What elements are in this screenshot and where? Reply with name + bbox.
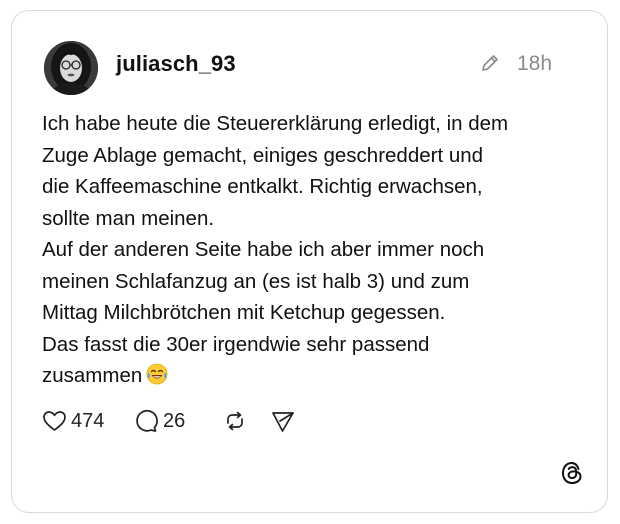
share-button[interactable] xyxy=(270,407,296,435)
post-card: juliasch_93 18h Ich habe heute die Steue… xyxy=(11,10,608,513)
post-text-line: Zuge Ablage gemacht, einiges geschredder… xyxy=(42,143,484,167)
post-text: Ich habe heute die Steuererklärung erled… xyxy=(42,108,582,392)
post-text-line-last: zusammen xyxy=(42,360,582,392)
threads-logo-icon[interactable] xyxy=(559,460,585,486)
post-text-line: meinen Schlafanzug an (es ist halb 3) un… xyxy=(42,269,470,293)
like-button[interactable]: 474 xyxy=(42,407,104,435)
send-icon xyxy=(270,408,296,434)
like-count: 474 xyxy=(71,409,105,432)
post-text-line: zusammen xyxy=(42,364,143,387)
heart-icon xyxy=(42,409,67,433)
reply-button[interactable]: 26 xyxy=(133,407,185,435)
timestamp: 18h xyxy=(517,52,553,75)
username[interactable]: juliasch_93 xyxy=(116,51,236,77)
reply-count: 26 xyxy=(163,409,186,432)
avatar[interactable] xyxy=(44,41,98,95)
tears-of-joy-emoji xyxy=(145,362,169,386)
post-text-line: Ich habe heute die Steuererklärung erled… xyxy=(42,112,509,135)
post-text-line: Auf der anderen Seite habe ich aber imme… xyxy=(42,238,485,261)
comment-icon xyxy=(133,408,159,434)
repost-icon xyxy=(222,408,248,434)
post-text-line: sollte man meinen. xyxy=(42,206,215,230)
post-text-line: Das fasst die 30er irgendwie sehr passen… xyxy=(42,332,430,356)
post-text-line: Mittag Milchbrötchen mit Ketchup gegesse… xyxy=(42,301,446,324)
post-text-line: die Kaffeemaschine entkalkt. Richtig erw… xyxy=(42,175,483,198)
repost-button[interactable] xyxy=(222,407,248,435)
pencil-icon[interactable] xyxy=(480,53,500,73)
